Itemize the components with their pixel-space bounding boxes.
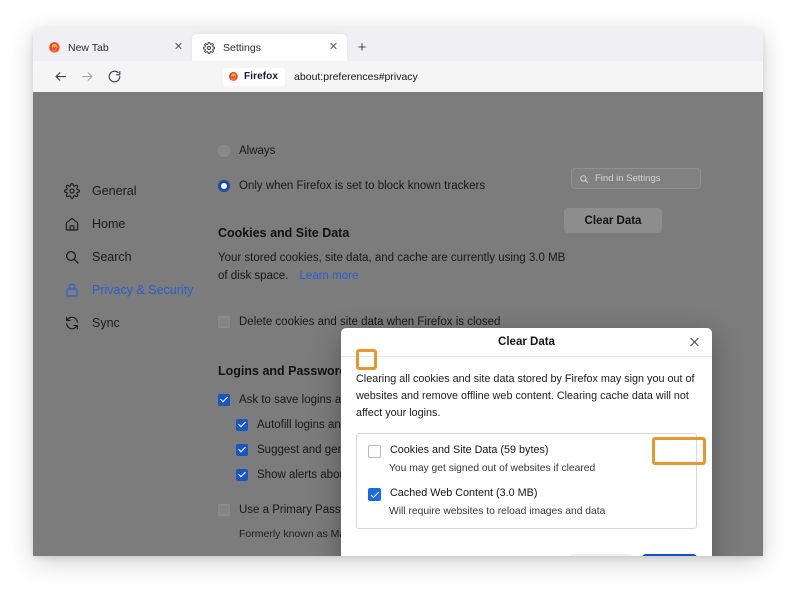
dialog-title: Clear Data	[498, 336, 555, 348]
dialog-body: Clearing all cookies and site data store…	[341, 357, 712, 541]
gear-icon	[202, 41, 216, 55]
tab-strip: New Tab ✕ Settings ✕ +	[33, 28, 763, 61]
cookies-description-line2: of disk space. Learn more	[218, 267, 718, 285]
choice-sublabel: You may get signed out of websites if cl…	[389, 463, 596, 474]
address-bar[interactable]: Firefox about:preferences#privacy	[223, 66, 749, 87]
sidebar-item-sync[interactable]: Sync	[63, 306, 228, 339]
home-icon	[63, 215, 80, 232]
cookies-description-line1: Your stored cookies, site data, and cach…	[218, 252, 566, 264]
checkbox-indicator	[218, 393, 230, 406]
checkbox-cached-web-content[interactable]	[368, 488, 381, 501]
browser-window: New Tab ✕ Settings ✕ + Firefox about:pre…	[33, 28, 763, 556]
reload-icon[interactable]	[101, 65, 128, 89]
radio-label: Only when Firefox is set to block known …	[239, 179, 486, 192]
dialog-description: Clearing all cookies and site data store…	[356, 373, 695, 419]
checkbox-indicator	[218, 315, 230, 328]
settings-page: Find in Settings General Home Search Pri…	[33, 92, 763, 556]
choice-label: Cookies and Site Data (59 bytes)	[390, 444, 549, 456]
tab-label: Settings	[223, 41, 261, 54]
search-icon	[63, 248, 80, 265]
new-tab-button[interactable]: +	[350, 34, 374, 61]
choice-sublabel: Will require websites to reload images a…	[389, 506, 606, 517]
dialog-choice-group: Cookies and Site Data (59 bytes) You may…	[356, 433, 697, 529]
clear-data-dialog: Clear Data Clearing all cookies and site…	[341, 328, 712, 556]
lock-icon	[63, 281, 80, 298]
sidebar-item-search[interactable]: Search	[63, 240, 228, 273]
close-icon[interactable]	[686, 334, 703, 351]
sidebar-item-label: Home	[92, 216, 126, 231]
dialog-header: Clear Data	[341, 328, 712, 357]
checkbox-indicator	[218, 503, 230, 516]
learn-more-link[interactable]: Learn more	[300, 270, 359, 282]
identity-label: Firefox	[244, 71, 279, 82]
tab-settings[interactable]: Settings ✕	[192, 34, 347, 61]
checkbox-indicator	[236, 443, 248, 456]
radio-option-block-trackers[interactable]: Only when Firefox is set to block known …	[218, 173, 718, 198]
firefox-logo-icon	[47, 41, 61, 55]
forward-arrow-icon[interactable]	[74, 65, 101, 89]
screenshot-root: New Tab ✕ Settings ✕ + Firefox about:pre…	[0, 0, 800, 595]
tab-label: New Tab	[68, 41, 109, 54]
radio-label: Always	[239, 144, 276, 157]
radio-indicator	[218, 144, 230, 157]
checkbox-indicator	[236, 418, 248, 431]
checkbox-label: Delete cookies and site data when Firefo…	[239, 315, 501, 328]
dialog-actions: Cancel Clear	[341, 541, 712, 556]
clear-button[interactable]: Clear	[641, 554, 697, 556]
sidebar-item-label: General	[92, 183, 137, 198]
sidebar-item-label: Sync	[92, 315, 120, 330]
close-icon[interactable]: ✕	[171, 40, 186, 55]
cookies-description-line2-text: of disk space.	[218, 270, 289, 282]
url-text: about:preferences#privacy	[294, 70, 418, 83]
clear-data-button-background[interactable]: Clear Data	[564, 208, 662, 233]
radio-indicator	[218, 179, 230, 192]
sidebar-item-general[interactable]: General	[63, 174, 228, 207]
sidebar-item-label: Privacy & Security	[92, 282, 194, 297]
checkbox-cookies-and-site-data[interactable]	[368, 445, 381, 458]
sidebar-item-label: Search	[92, 249, 132, 264]
sync-icon	[63, 314, 80, 331]
identity-chip[interactable]: Firefox	[223, 67, 286, 86]
dialog-choice-cache[interactable]: Cached Web Content (3.0 MB) Will require…	[368, 487, 685, 517]
checkbox-indicator	[236, 468, 248, 481]
back-arrow-icon[interactable]	[47, 65, 74, 89]
radio-option-always[interactable]: Always	[218, 138, 718, 163]
sidebar-item-home[interactable]: Home	[63, 207, 228, 240]
gear-icon	[63, 182, 80, 199]
settings-sidebar: General Home Search Privacy & Security S…	[63, 174, 228, 339]
cancel-button[interactable]: Cancel	[569, 554, 633, 556]
tab-new-tab[interactable]: New Tab ✕	[37, 34, 192, 61]
choice-label: Cached Web Content (3.0 MB)	[390, 487, 538, 499]
sidebar-item-privacy-security[interactable]: Privacy & Security	[63, 273, 228, 306]
close-icon[interactable]: ✕	[326, 40, 341, 55]
firefox-logo-icon	[228, 71, 239, 82]
navigation-toolbar: Firefox about:preferences#privacy	[33, 61, 763, 92]
dialog-choice-cookies[interactable]: Cookies and Site Data (59 bytes) You may…	[368, 444, 685, 474]
